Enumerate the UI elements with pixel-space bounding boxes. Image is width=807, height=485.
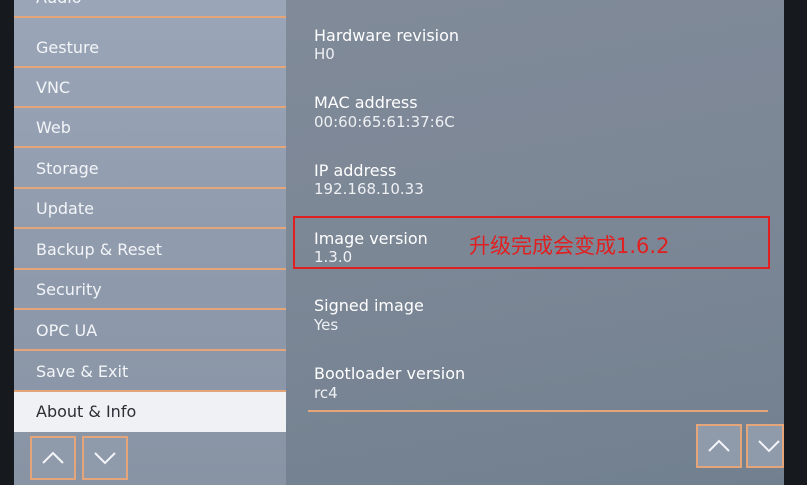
chevron-up-icon <box>708 439 730 452</box>
sidebar-item-update[interactable]: Update <box>14 189 286 229</box>
sidebar-scroll-up-button[interactable] <box>30 436 76 480</box>
mac-address-label: MAC address <box>314 93 418 112</box>
content-scroll-up-button[interactable] <box>696 424 742 468</box>
ip-address-value: 192.168.10.33 <box>314 180 424 198</box>
content-scroll-down-button[interactable] <box>746 424 784 468</box>
sidebar-item-about-info[interactable]: About & Info <box>14 392 286 432</box>
chevron-down-icon <box>94 452 116 465</box>
sidebar-item-gesture[interactable]: Gesture <box>14 28 286 68</box>
sidebar-item-audio[interactable]: Audio <box>14 0 286 18</box>
hardware-revision-label: Hardware revision <box>314 26 460 45</box>
sidebar-item-backup-reset[interactable]: Backup & Reset <box>14 230 286 270</box>
content-divider <box>308 410 768 412</box>
bootloader-version-label: Bootloader version <box>314 364 466 383</box>
sidebar-item-vnc[interactable]: VNC <box>14 68 286 108</box>
sidebar-item-save-exit[interactable]: Save & Exit <box>14 352 286 392</box>
mac-address-value: 00:60:65:61:37:6C <box>314 113 455 131</box>
sidebar-item-web[interactable]: Web <box>14 108 286 148</box>
bootloader-version-value: rc4 <box>314 384 338 402</box>
sidebar-item-storage[interactable]: Storage <box>14 149 286 189</box>
chevron-down-icon <box>758 440 780 453</box>
ip-address-label: IP address <box>314 161 397 180</box>
upgrade-annotation: 升级完成会变成1.6.2 <box>469 234 670 258</box>
hardware-revision-value: H0 <box>314 45 335 63</box>
sidebar: Audio GestureVNCWebStorageUpdateBackup & … <box>14 0 286 485</box>
signed-image-label: Signed image <box>314 296 424 315</box>
sidebar-item-security[interactable]: Security <box>14 270 286 310</box>
sidebar-item-opc-ua[interactable]: OPC UA <box>14 311 286 351</box>
signed-image-value: Yes <box>314 316 339 334</box>
sidebar-scroll-down-button[interactable] <box>82 436 128 480</box>
chevron-up-icon <box>42 451 64 464</box>
